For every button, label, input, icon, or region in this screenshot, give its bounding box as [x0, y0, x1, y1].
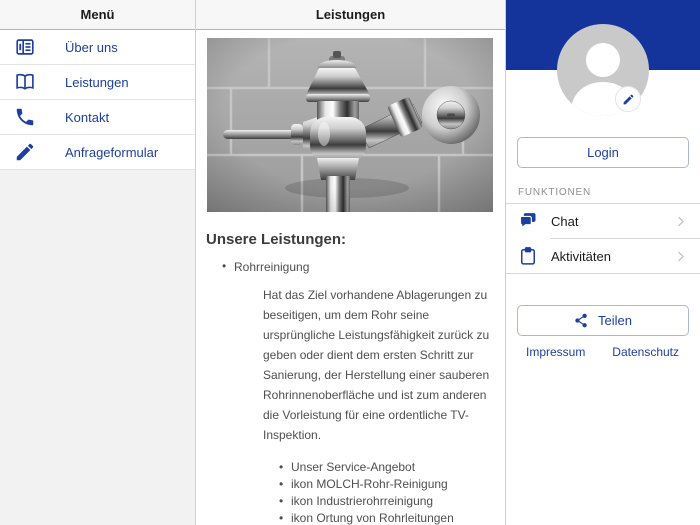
- chevron-right-icon: [673, 249, 688, 264]
- edit-avatar-button[interactable]: [615, 86, 641, 112]
- datenschutz-link[interactable]: Datenschutz: [612, 345, 679, 359]
- section-heading: Unsere Leistungen:: [206, 231, 347, 248]
- menu-header: Menü: [0, 0, 195, 30]
- sidebar-item-label: Anfrageformular: [65, 144, 159, 160]
- sidebar-item-anfrageformular[interactable]: Anfrageformular: [0, 135, 195, 170]
- function-row-aktivitaeten[interactable]: Aktivitäten: [506, 239, 700, 273]
- share-icon: [575, 313, 587, 328]
- sidebar-item-leistungen[interactable]: Leistungen: [0, 65, 195, 100]
- chevron-right-icon: [673, 214, 688, 229]
- share-button[interactable]: Teilen: [517, 305, 689, 336]
- sidebar-empty-area: [0, 170, 195, 525]
- function-row-chat[interactable]: Chat: [506, 204, 700, 238]
- rohrreinigung-description: Hat das Ziel vorhandene Ablagerungen zu …: [263, 288, 490, 442]
- sidebar-item-kontakt[interactable]: Kontakt: [0, 100, 195, 135]
- sublist-item: ikon MOLCH-Rohr-Reinigung: [279, 476, 505, 493]
- chat-icon: [518, 211, 538, 231]
- pencil-icon: [14, 141, 36, 163]
- sublist-item: ikon Ortung von Rohrleitungen: [279, 510, 505, 525]
- impressum-link[interactable]: Impressum: [526, 345, 585, 359]
- sidebar-item-label: Kontakt: [65, 109, 110, 125]
- newspaper-icon: [14, 36, 36, 58]
- list-item-rohrreinigung: Rohrreinigung: [196, 259, 505, 274]
- functions-section-label: FUNKTIONEN: [518, 187, 591, 198]
- flush-valve-photo: [207, 38, 493, 212]
- sublist-item: ikon Industrierohrreinigung: [279, 493, 505, 510]
- pencil-icon: [623, 94, 633, 104]
- functions-list: Chat Aktivitäten: [506, 203, 700, 274]
- open-book-icon: [14, 71, 36, 93]
- function-label: Aktivitäten: [551, 248, 611, 264]
- avatar[interactable]: [557, 24, 649, 116]
- menu-title: Menü: [80, 7, 115, 22]
- share-label: Teilen: [598, 313, 632, 328]
- login-label: Login: [587, 145, 619, 160]
- rohrreinigung-sublist: Unser Service-Angebot ikon MOLCH-Rohr-Re…: [279, 459, 505, 525]
- app-window: Menü Über uns Leistungen Kontakt Anfrage…: [0, 0, 700, 525]
- account-panel: Login FUNKTIONEN Chat Aktivitäten Teilen…: [505, 0, 700, 525]
- sidebar-item-label: Über uns: [65, 39, 118, 55]
- clipboard-icon: [518, 246, 538, 266]
- content-body: Unsere Leistungen: Rohrreinigung Hat das…: [196, 30, 505, 525]
- content-title: Leistungen: [315, 7, 386, 22]
- sublist-item: Unser Service-Angebot: [279, 459, 505, 476]
- function-label: Chat: [551, 213, 579, 229]
- content-header: Leistungen: [196, 0, 505, 30]
- login-button[interactable]: Login: [517, 137, 689, 168]
- content-column: Leistungen Unsere Leistungen: • Rohrrein…: [196, 0, 505, 525]
- sidebar-item-label: Leistungen: [65, 74, 129, 90]
- menu-sidebar: Menü Über uns Leistungen Kontakt Anfrage…: [0, 0, 196, 525]
- footer-links: Impressum Datenschutz: [526, 345, 679, 359]
- phone-icon: [14, 106, 36, 128]
- sidebar-item-ueber-uns[interactable]: Über uns: [0, 30, 195, 65]
